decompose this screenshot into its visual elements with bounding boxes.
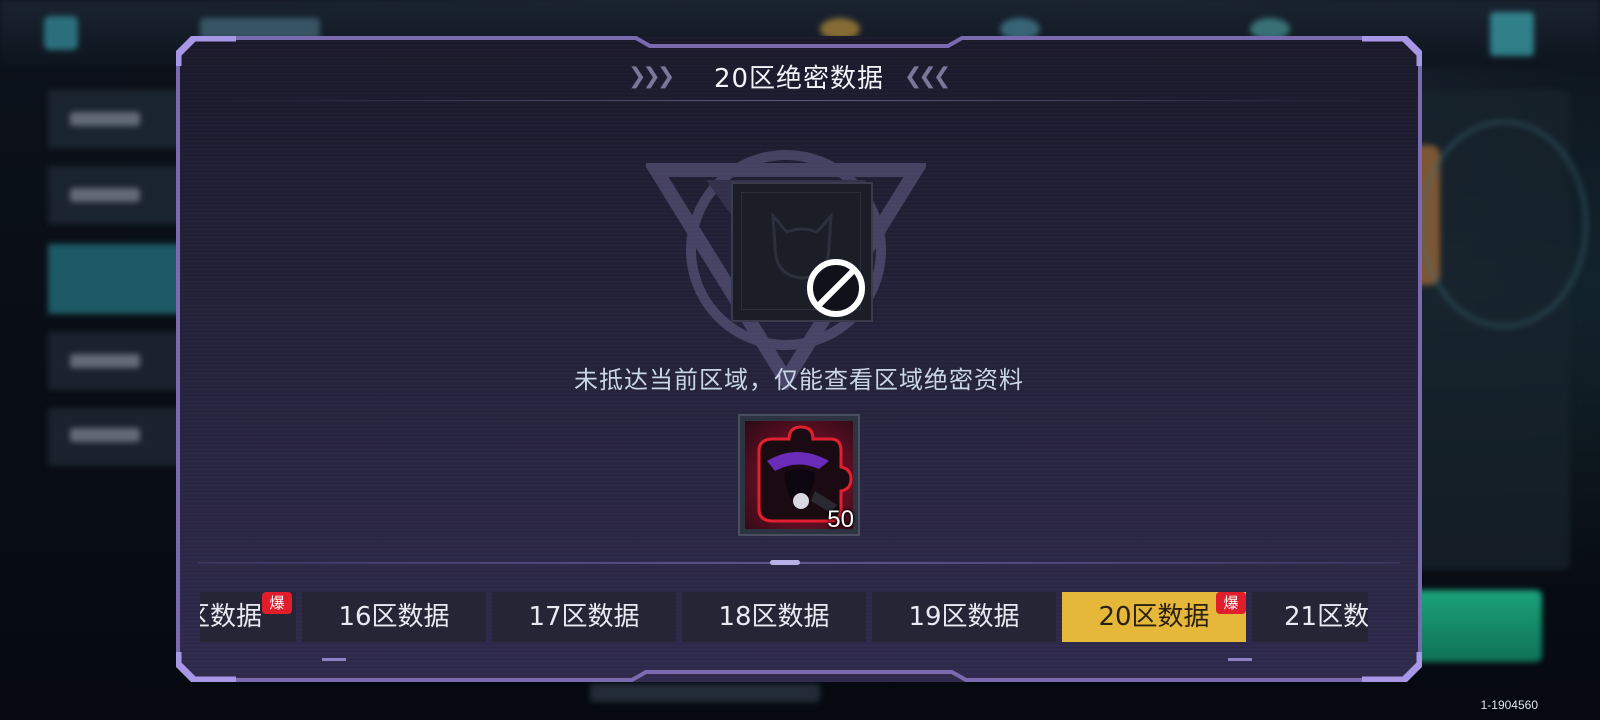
zone-data-dialog: ❯❯❯ 20区绝密数据 ❮❮❮ 未抵达当前区域，仅能查看区域绝密资料 50 数据… [176, 36, 1422, 682]
background-ring [1420, 120, 1588, 328]
version-label: 1-1904560 [1480, 698, 1538, 712]
screen: 1-1904560 ❯❯❯ 20区绝密数据 ❮❮❮ 未抵达当前区域，仅能查看区域… [0, 0, 1600, 720]
background-side-text [70, 428, 140, 442]
background-menu-button [1490, 12, 1534, 56]
locked-zone-notice: 未抵达当前区域，仅能查看区域绝密资料 [574, 366, 1024, 394]
background-back-button [44, 16, 78, 50]
background-side-text [70, 112, 140, 126]
dialog-title: 20区绝密数据 [713, 64, 885, 94]
page-indicator-dot [770, 560, 800, 565]
header-divider [216, 100, 1382, 101]
prohibited-icon [807, 259, 865, 317]
reward-count: 50 [827, 506, 854, 533]
zone-tabs: 区数据 16区数据 17区数据 18区数据 19区数据 20区数据 21区数 [200, 590, 1368, 646]
hot-badge: 爆 [1216, 592, 1246, 614]
tab-zone-16[interactable]: 16区数据 [302, 592, 486, 642]
background-bottom-bar [590, 684, 820, 702]
tab-zone-18[interactable]: 18区数据 [682, 592, 866, 642]
title-right-chevrons-icon: ❮❮❮ [904, 64, 951, 89]
background-side-text [70, 354, 140, 368]
tab-zone-17[interactable]: 17区数据 [492, 592, 676, 642]
reward-item[interactable]: 50 [738, 414, 860, 536]
background-side-text [70, 188, 140, 202]
tab-zone-19[interactable]: 19区数据 [872, 592, 1056, 642]
tab-zone-21[interactable]: 21区数 [1252, 592, 1368, 642]
background-side-item-active [48, 244, 188, 314]
hot-badge: 爆 [262, 592, 292, 614]
